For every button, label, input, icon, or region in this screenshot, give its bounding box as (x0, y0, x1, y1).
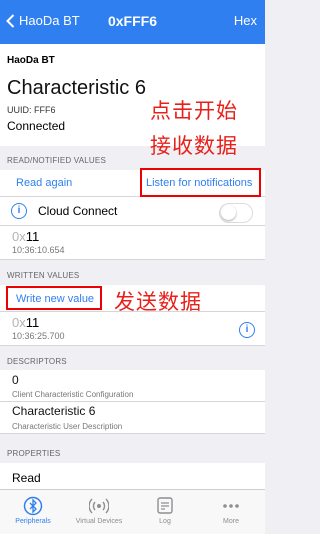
listen-annotation-line1: 点击开始 (150, 99, 238, 123)
descriptor-value: 0 (12, 373, 19, 387)
navigation-bar: HaoDa BT 0xFFF6 Hex (0, 0, 265, 44)
descriptors-section-title: DESCRIPTORS (7, 357, 67, 366)
tab-label: More (223, 518, 239, 525)
tab-more[interactable]: More (198, 490, 264, 534)
read-again-button[interactable]: Read again (16, 177, 72, 189)
read-section-title: READ/NOTIFIED VALUES (7, 156, 106, 165)
tab-virtual-devices[interactable]: Virtual Devices (66, 490, 132, 534)
tab-log[interactable]: Log (132, 490, 198, 534)
tab-label: Peripherals (15, 518, 51, 525)
written-value-row: 0x11 10:36:25.700 i (0, 312, 265, 346)
virtual-devices-icon (89, 498, 109, 514)
hex-toggle-button[interactable]: Hex (234, 13, 257, 28)
connection-status: Connected (7, 119, 66, 133)
log-icon (157, 497, 173, 514)
descriptor-row: 0 Client Characteristic Configuration (0, 370, 265, 402)
read-timestamp: 10:36:10.654 (12, 245, 65, 255)
chevron-left-icon (6, 13, 15, 28)
info-icon[interactable]: i (11, 203, 27, 219)
cloud-connect-toggle[interactable] (219, 203, 253, 223)
peripherals-icon (23, 496, 43, 516)
property-row: Read (0, 463, 265, 489)
descriptor-row: Characteristic 6 Characteristic User Des… (0, 402, 265, 434)
written-value: 0x11 (12, 315, 40, 330)
listen-annotation-line2: 接收数据 (150, 134, 238, 158)
listen-highlight-box (140, 168, 261, 197)
cloud-connect-label: Cloud Connect (38, 204, 118, 218)
uuid-label: UUID: FFF6 (7, 105, 56, 115)
descriptor-label: Client Characteristic Configuration (12, 390, 134, 399)
cloud-connect-row: i Cloud Connect (0, 197, 265, 226)
tab-label: Virtual Devices (75, 518, 123, 525)
write-highlight-box (6, 286, 102, 310)
tab-peripherals[interactable]: Peripherals (0, 490, 66, 534)
info-icon[interactable]: i (239, 322, 255, 338)
descriptor-label: Characteristic User Description (12, 422, 123, 431)
read-value: 0x11 (12, 229, 40, 244)
written-section-title: WRITTEN VALUES (7, 271, 80, 280)
back-label: HaoDa BT (19, 13, 80, 28)
characteristic-name: Characteristic 6 (7, 77, 146, 99)
property-read: Read (12, 471, 41, 485)
write-annotation: 发送数据 (114, 290, 202, 314)
more-icon (223, 504, 239, 508)
written-timestamp: 10:36:25.700 (12, 331, 65, 341)
descriptor-value: Characteristic 6 (12, 404, 96, 418)
back-button[interactable]: HaoDa BT (6, 13, 80, 28)
toggle-knob (221, 205, 236, 220)
device-name: HaoDa BT (7, 55, 55, 66)
read-value-row: 0x11 10:36:10.654 (0, 226, 265, 260)
tab-bar: Peripherals Virtual Devices Log More (0, 489, 265, 534)
properties-section-title: PROPERTIES (7, 449, 61, 458)
tab-label: Log (159, 518, 171, 525)
